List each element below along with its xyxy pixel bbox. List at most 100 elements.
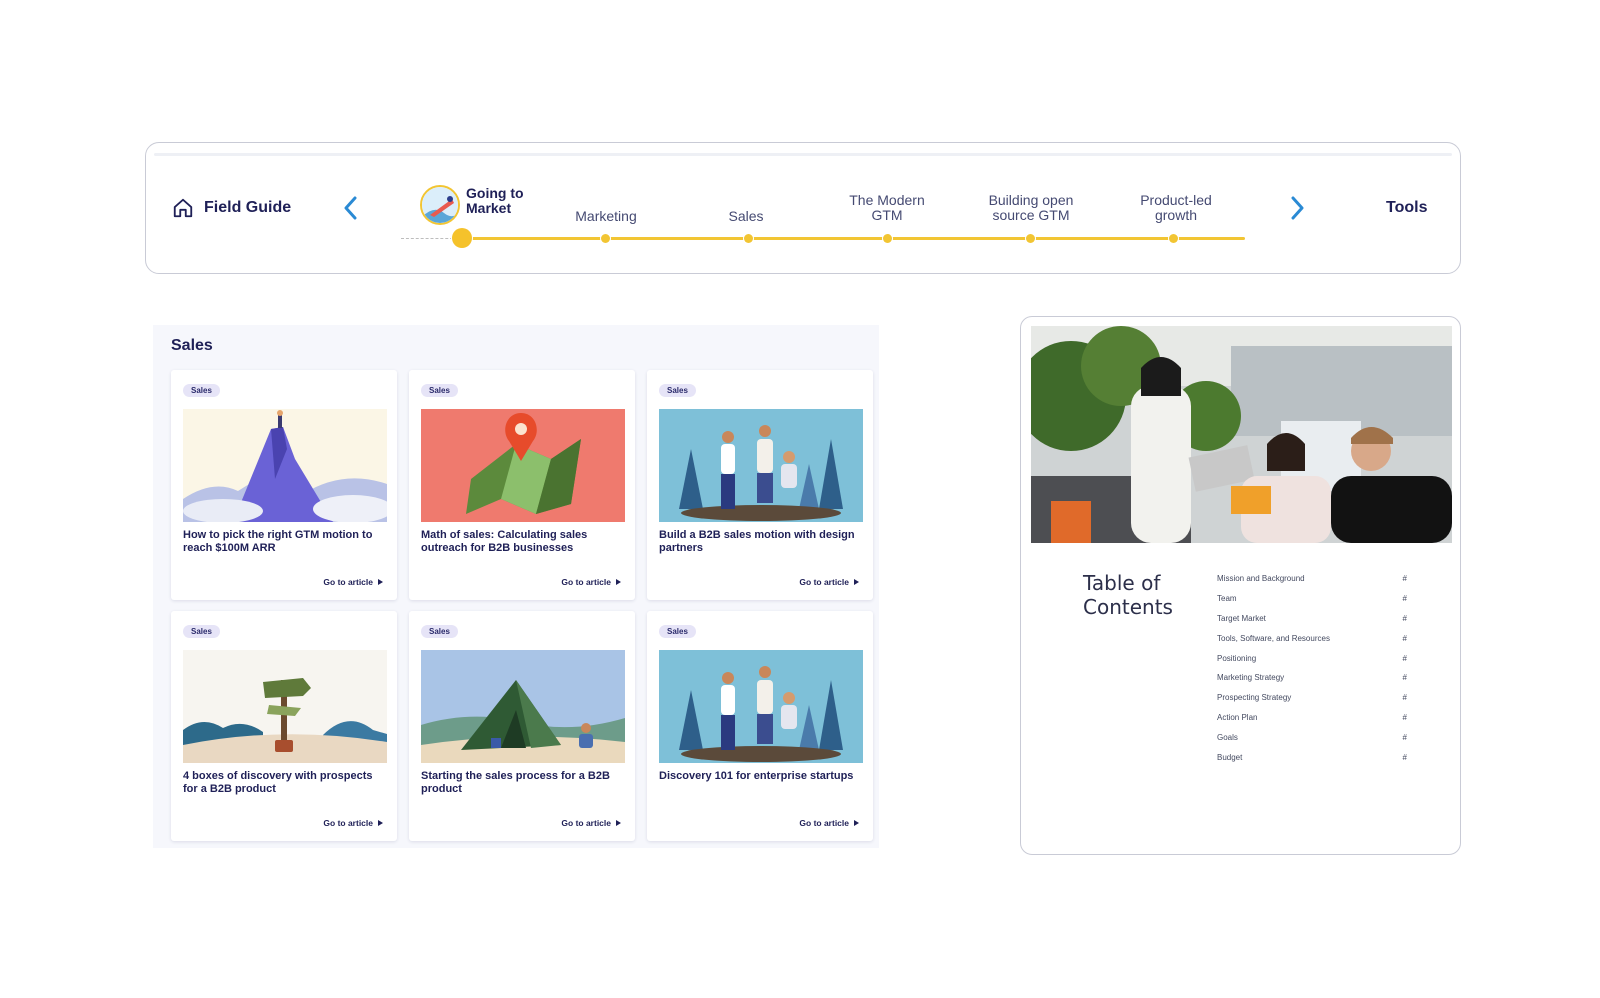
category-tag: Sales — [183, 625, 220, 638]
arrow-right-icon — [378, 820, 383, 826]
link-label: Go to article — [799, 818, 849, 828]
step-dot — [1026, 234, 1035, 243]
home-icon — [172, 197, 194, 219]
chevron-right-icon — [1291, 196, 1305, 225]
step-dot — [883, 234, 892, 243]
toc-item[interactable]: Budget # — [1217, 747, 1407, 767]
tree-planters-illustration — [659, 409, 863, 522]
article-card[interactable]: Sales Discovery 101 for enterprise start… — [647, 611, 873, 841]
toc-item-label: Positioning — [1217, 653, 1257, 663]
toc-item-page: # — [1402, 574, 1407, 584]
step-label: Sales — [728, 208, 764, 224]
mountain-climber-illustration — [183, 409, 387, 522]
toc-item-page: # — [1402, 752, 1407, 762]
progress-track — [463, 237, 1245, 240]
step-dot — [601, 234, 610, 243]
toc-item-page: # — [1402, 613, 1407, 623]
article-card[interactable]: Sales How to pick the right GTM motion t… — [171, 370, 397, 600]
link-label: Go to article — [799, 577, 849, 587]
sales-section: Sales Sales How to pick the right GTM mo… — [153, 325, 879, 848]
step-dot — [1169, 234, 1178, 243]
category-tag: Sales — [659, 384, 696, 397]
field-guide-navbar: Field Guide Going to Market Marketing Sal… — [145, 142, 1461, 274]
toc-item-label: Action Plan — [1217, 712, 1258, 722]
toc-item-page: # — [1402, 594, 1407, 604]
toc-list: Mission and Background # Team # Target Mar… — [1217, 569, 1407, 767]
article-title: Math of sales: Calculating sales outreac… — [421, 529, 588, 554]
field-guide-label: Field Guide — [204, 199, 292, 216]
toc-heading: Table of Contents — [1083, 571, 1173, 619]
go-to-article-link[interactable]: Go to article — [323, 818, 383, 828]
toc-item[interactable]: Team # — [1217, 589, 1407, 609]
toc-item-label: Tools, Software, and Resources — [1217, 633, 1330, 643]
arrow-right-icon — [854, 579, 859, 585]
article-title: Discovery 101 for enterprise startups — [659, 770, 854, 782]
toc-item-page: # — [1402, 653, 1407, 663]
link-label: Go to article — [561, 577, 611, 587]
toc-item[interactable]: Tools, Software, and Resources # — [1217, 628, 1407, 648]
step-dot — [744, 234, 753, 243]
toc-item-page: # — [1402, 712, 1407, 722]
toc-item-page: # — [1402, 732, 1407, 742]
section-title: Sales — [171, 337, 213, 354]
arrow-right-icon — [616, 579, 621, 585]
article-card[interactable]: Sales Build a B2B sales motion with desi… — [647, 370, 873, 600]
link-label: Go to article — [561, 818, 611, 828]
go-to-article-link[interactable]: Go to article — [323, 577, 383, 587]
article-title: How to pick the right GTM motion to reac… — [183, 529, 373, 554]
chevron-left-icon — [343, 196, 357, 225]
category-tag: Sales — [659, 625, 696, 638]
toc-item-label: Budget — [1217, 752, 1243, 762]
toc-item-label: Prospecting Strategy — [1217, 693, 1292, 703]
toc-item[interactable]: Goals # — [1217, 727, 1407, 747]
article-card[interactable]: Sales Math of sales: Calculating sales o… — [409, 370, 635, 600]
step-label: Building open source GTM — [988, 192, 1074, 223]
nav-prev-button[interactable] — [338, 195, 362, 225]
step-label: The Modern GTM — [849, 192, 925, 223]
toc-item-label: Mission and Background — [1217, 574, 1305, 584]
step-dot-active — [452, 228, 472, 248]
step-label: Marketing — [575, 208, 637, 224]
go-to-article-link[interactable]: Go to article — [799, 577, 859, 587]
article-title: Build a B2B sales motion with design par… — [659, 529, 855, 554]
toc-item-page: # — [1402, 633, 1407, 643]
signpost-illustration — [183, 650, 387, 763]
toc-item-page: # — [1402, 673, 1407, 683]
step-thumbnail-going-to-market — [420, 185, 460, 225]
toc-item[interactable]: Action Plan # — [1217, 708, 1407, 728]
article-card[interactable]: Sales 4 boxes of discovery with prospect… — [171, 611, 397, 841]
table-of-contents-panel: Table of Contents Mission and Background… — [1020, 316, 1461, 855]
toc-item[interactable]: Marketing Strategy # — [1217, 668, 1407, 688]
field-guide-home-link[interactable]: Field Guide — [172, 197, 291, 219]
nav-next-button[interactable] — [1286, 195, 1310, 225]
arrow-right-icon — [854, 820, 859, 826]
toc-item-page: # — [1402, 693, 1407, 703]
toc-item[interactable]: Prospecting Strategy # — [1217, 688, 1407, 708]
tent-camp-illustration — [421, 650, 625, 763]
tools-link[interactable]: Tools — [1386, 199, 1427, 217]
link-label: Go to article — [323, 577, 373, 587]
toc-item[interactable]: Positioning # — [1217, 648, 1407, 668]
map-pin-illustration — [421, 409, 625, 522]
toc-item-label: Marketing Strategy — [1217, 673, 1285, 683]
go-to-article-link[interactable]: Go to article — [561, 818, 621, 828]
article-card[interactable]: Sales Starting the sales process for a B… — [409, 611, 635, 841]
arrow-right-icon — [616, 820, 621, 826]
article-title: Starting the sales process for a B2B pro… — [421, 770, 610, 795]
article-title: 4 boxes of discovery with prospects for … — [183, 770, 373, 795]
step-label: Going to Market — [466, 185, 524, 216]
toc-item[interactable]: Mission and Background # — [1217, 569, 1407, 589]
toc-item[interactable]: Target Market # — [1217, 609, 1407, 629]
category-tag: Sales — [421, 384, 458, 397]
go-to-article-link[interactable]: Go to article — [799, 818, 859, 828]
arrow-right-icon — [378, 579, 383, 585]
office-team-photo — [1031, 326, 1452, 543]
step-label: Product-led growth — [1140, 192, 1212, 223]
toc-item-label: Team — [1217, 594, 1237, 604]
link-label: Go to article — [323, 818, 373, 828]
toc-item-label: Goals — [1217, 732, 1238, 742]
go-to-article-link[interactable]: Go to article — [561, 577, 621, 587]
tree-planters-illustration — [659, 650, 863, 763]
category-tag: Sales — [183, 384, 220, 397]
navbar-top-divider — [154, 153, 1452, 156]
